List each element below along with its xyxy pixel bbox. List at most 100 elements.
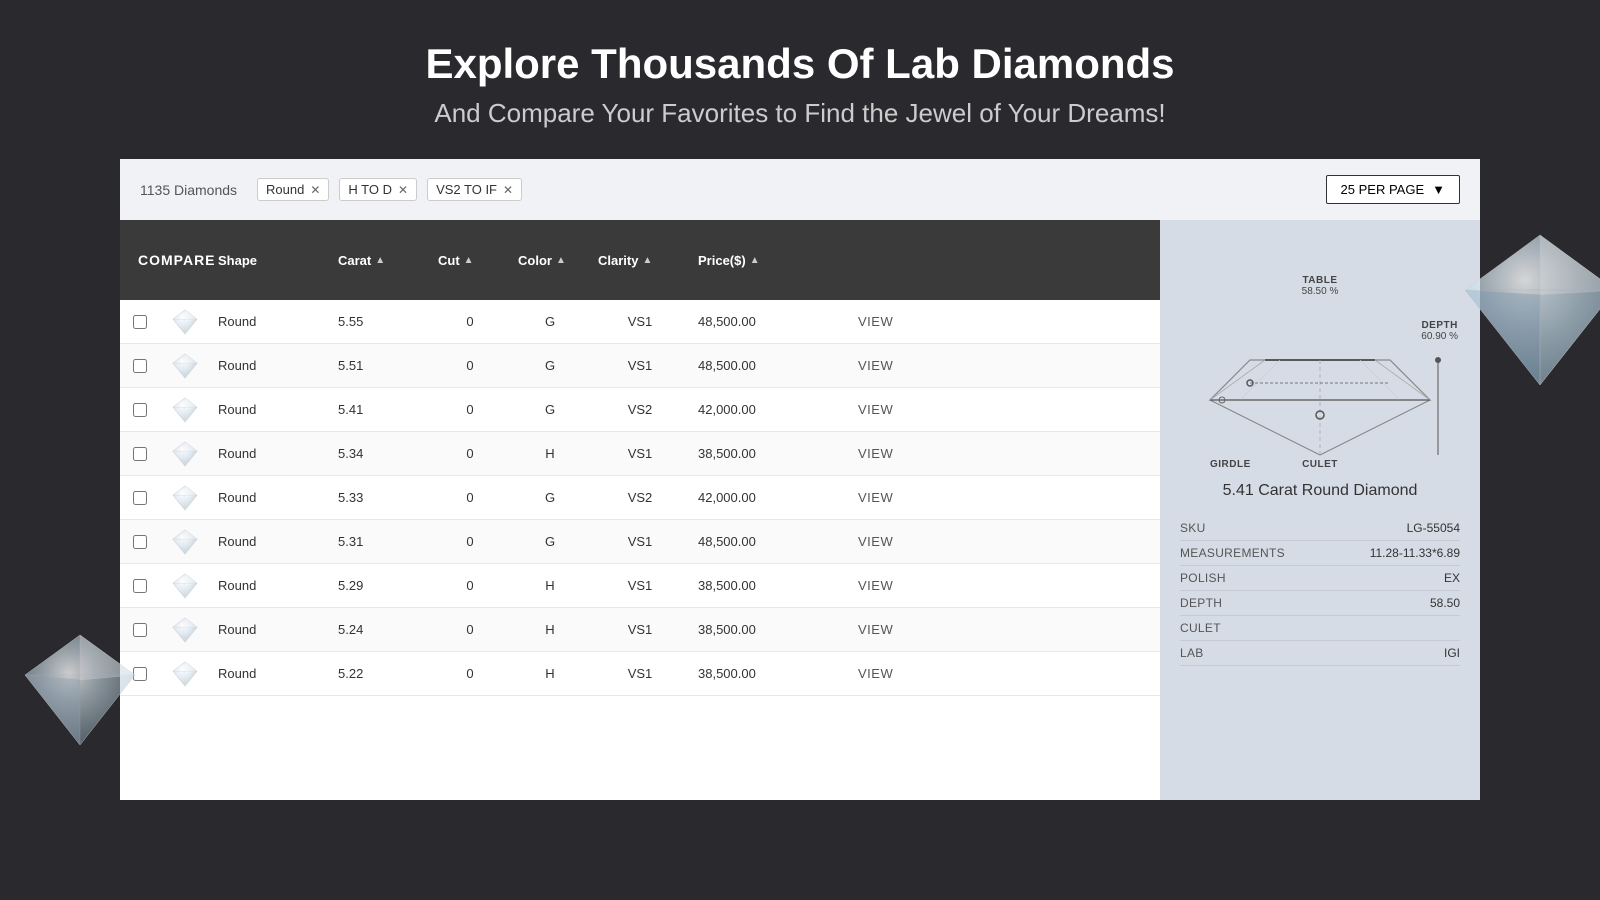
spec-row: POLISH EX xyxy=(1180,566,1460,591)
row-checkbox-cell xyxy=(120,349,160,383)
view-link[interactable]: VIEW xyxy=(858,402,893,417)
main-container: 1135 Diamonds Round ✕ H TO D ✕ VS2 TO IF… xyxy=(120,159,1480,800)
row-checkbox[interactable] xyxy=(133,403,147,417)
shape-cell: Round xyxy=(210,612,330,647)
color-cell: H xyxy=(510,436,590,471)
price-cell: 42,000.00 xyxy=(690,480,850,515)
color-cell: G xyxy=(510,524,590,559)
price-cell: 38,500.00 xyxy=(690,436,850,471)
diamond-decoration-right xyxy=(1460,230,1600,390)
cut-cell: 0 xyxy=(430,436,510,471)
specs-table: SKU LG-55054 MEASUREMENTS 11.28-11.33*6.… xyxy=(1180,516,1460,666)
cut-cell: 0 xyxy=(430,348,510,383)
price-header[interactable]: Price($) ▲ xyxy=(690,237,850,284)
spec-label: SKU xyxy=(1180,521,1206,535)
cut-cell: 0 xyxy=(430,612,510,647)
price-cell: 42,000.00 xyxy=(690,392,850,427)
carat-cell: 5.33 xyxy=(330,480,430,515)
view-link[interactable]: VIEW xyxy=(858,534,893,549)
row-checkbox[interactable] xyxy=(133,579,147,593)
view-cell: VIEW xyxy=(850,392,950,427)
color-header-label: Color xyxy=(518,253,552,268)
view-link[interactable]: VIEW xyxy=(858,314,893,329)
diamond-icon-cell xyxy=(160,484,210,512)
clarity-filter-tag[interactable]: VS2 TO IF ✕ xyxy=(427,178,522,201)
top-bar: 1135 Diamonds Round ✕ H TO D ✕ VS2 TO IF… xyxy=(120,159,1480,220)
view-link[interactable]: VIEW xyxy=(858,358,893,373)
icon-header-cell xyxy=(160,244,210,276)
spec-label: POLISH xyxy=(1180,571,1226,585)
view-link[interactable]: VIEW xyxy=(858,578,893,593)
cut-header[interactable]: Cut ▲ xyxy=(430,237,510,284)
diamond-row-icon xyxy=(171,396,199,424)
row-checkbox[interactable] xyxy=(133,359,147,373)
compare-button[interactable]: COMPARE xyxy=(128,236,152,284)
row-checkbox-cell xyxy=(120,305,160,339)
clarity-filter-close[interactable]: ✕ xyxy=(503,183,513,197)
spec-row: DEPTH 58.50 xyxy=(1180,591,1460,616)
table-row: Round 5.41 0 G VS2 42,000.00 VIEW xyxy=(120,388,1160,432)
spec-value: 58.50 xyxy=(1430,596,1460,610)
spec-row: MEASUREMENTS 11.28-11.33*6.89 xyxy=(1180,541,1460,566)
row-checkbox[interactable] xyxy=(133,447,147,461)
view-link[interactable]: VIEW xyxy=(858,622,893,637)
row-checkbox[interactable] xyxy=(133,315,147,329)
round-filter-close[interactable]: ✕ xyxy=(310,183,320,197)
clarity-filter-label: VS2 TO IF xyxy=(436,182,497,197)
shape-cell: Round xyxy=(210,656,330,691)
carat-cell: 5.24 xyxy=(330,612,430,647)
view-link[interactable]: VIEW xyxy=(858,666,893,681)
diamond-detail-title: 5.41 Carat Round Diamond xyxy=(1180,482,1460,500)
view-cell: VIEW xyxy=(850,568,950,603)
color-cell: H xyxy=(510,656,590,691)
color-filter-close[interactable]: ✕ xyxy=(398,183,408,197)
diamond-row-icon xyxy=(171,352,199,380)
price-cell: 48,500.00 xyxy=(690,304,850,339)
spec-value: 11.28-11.33*6.89 xyxy=(1370,546,1460,560)
price-cell: 38,500.00 xyxy=(690,612,850,647)
per-page-button[interactable]: 25 PER PAGE ▼ xyxy=(1326,175,1460,204)
spec-value: LG-55054 xyxy=(1407,521,1460,535)
view-link[interactable]: VIEW xyxy=(858,446,893,461)
carat-cell: 5.55 xyxy=(330,304,430,339)
diamond-row-icon xyxy=(171,308,199,336)
depth-label: DEPTH 60.90 % xyxy=(1421,320,1458,342)
price-sort-icon: ▲ xyxy=(750,255,760,266)
carat-header[interactable]: Carat ▲ xyxy=(330,237,430,284)
spec-label: DEPTH xyxy=(1180,596,1222,610)
sub-title: And Compare Your Favorites to Find the J… xyxy=(20,98,1580,129)
row-checkbox[interactable] xyxy=(133,491,147,505)
spec-row: LAB IGI xyxy=(1180,641,1460,666)
color-header[interactable]: Color ▲ xyxy=(510,237,590,284)
diamond-row-icon xyxy=(171,440,199,468)
view-cell: VIEW xyxy=(850,524,950,559)
page-header: Explore Thousands Of Lab Diamonds And Co… xyxy=(0,0,1600,159)
price-cell: 48,500.00 xyxy=(690,348,850,383)
girdle-label: GIRDLE xyxy=(1210,459,1251,470)
round-filter-tag[interactable]: Round ✕ xyxy=(257,178,329,201)
cut-cell: 0 xyxy=(430,392,510,427)
carat-cell: 5.31 xyxy=(330,524,430,559)
clarity-header[interactable]: Clarity ▲ xyxy=(590,237,690,284)
cut-header-label: Cut xyxy=(438,253,460,268)
clarity-sort-icon: ▲ xyxy=(642,255,652,266)
table-diagram-label: TABLE 58.50 % xyxy=(1302,275,1339,297)
row-checkbox[interactable] xyxy=(133,535,147,549)
carat-header-label: Carat xyxy=(338,253,371,268)
clarity-header-label: Clarity xyxy=(598,253,638,268)
diamond-icon-cell xyxy=(160,528,210,556)
view-cell: VIEW xyxy=(850,348,950,383)
content-area: COMPARE Shape Carat ▲ Cut ▲ Color ▲ xyxy=(120,220,1480,800)
row-checkbox-cell xyxy=(120,393,160,427)
action-header xyxy=(850,244,950,276)
carat-cell: 5.34 xyxy=(330,436,430,471)
clarity-cell: VS2 xyxy=(590,480,690,515)
view-cell: VIEW xyxy=(850,480,950,515)
diamond-row-icon xyxy=(171,660,199,688)
table-row: Round 5.34 0 H VS1 38,500.00 VIEW xyxy=(120,432,1160,476)
spec-label: MEASUREMENTS xyxy=(1180,546,1285,560)
view-link[interactable]: VIEW xyxy=(858,490,893,505)
cut-sort-icon: ▲ xyxy=(464,255,474,266)
shape-cell: Round xyxy=(210,480,330,515)
color-filter-tag[interactable]: H TO D ✕ xyxy=(339,178,417,201)
